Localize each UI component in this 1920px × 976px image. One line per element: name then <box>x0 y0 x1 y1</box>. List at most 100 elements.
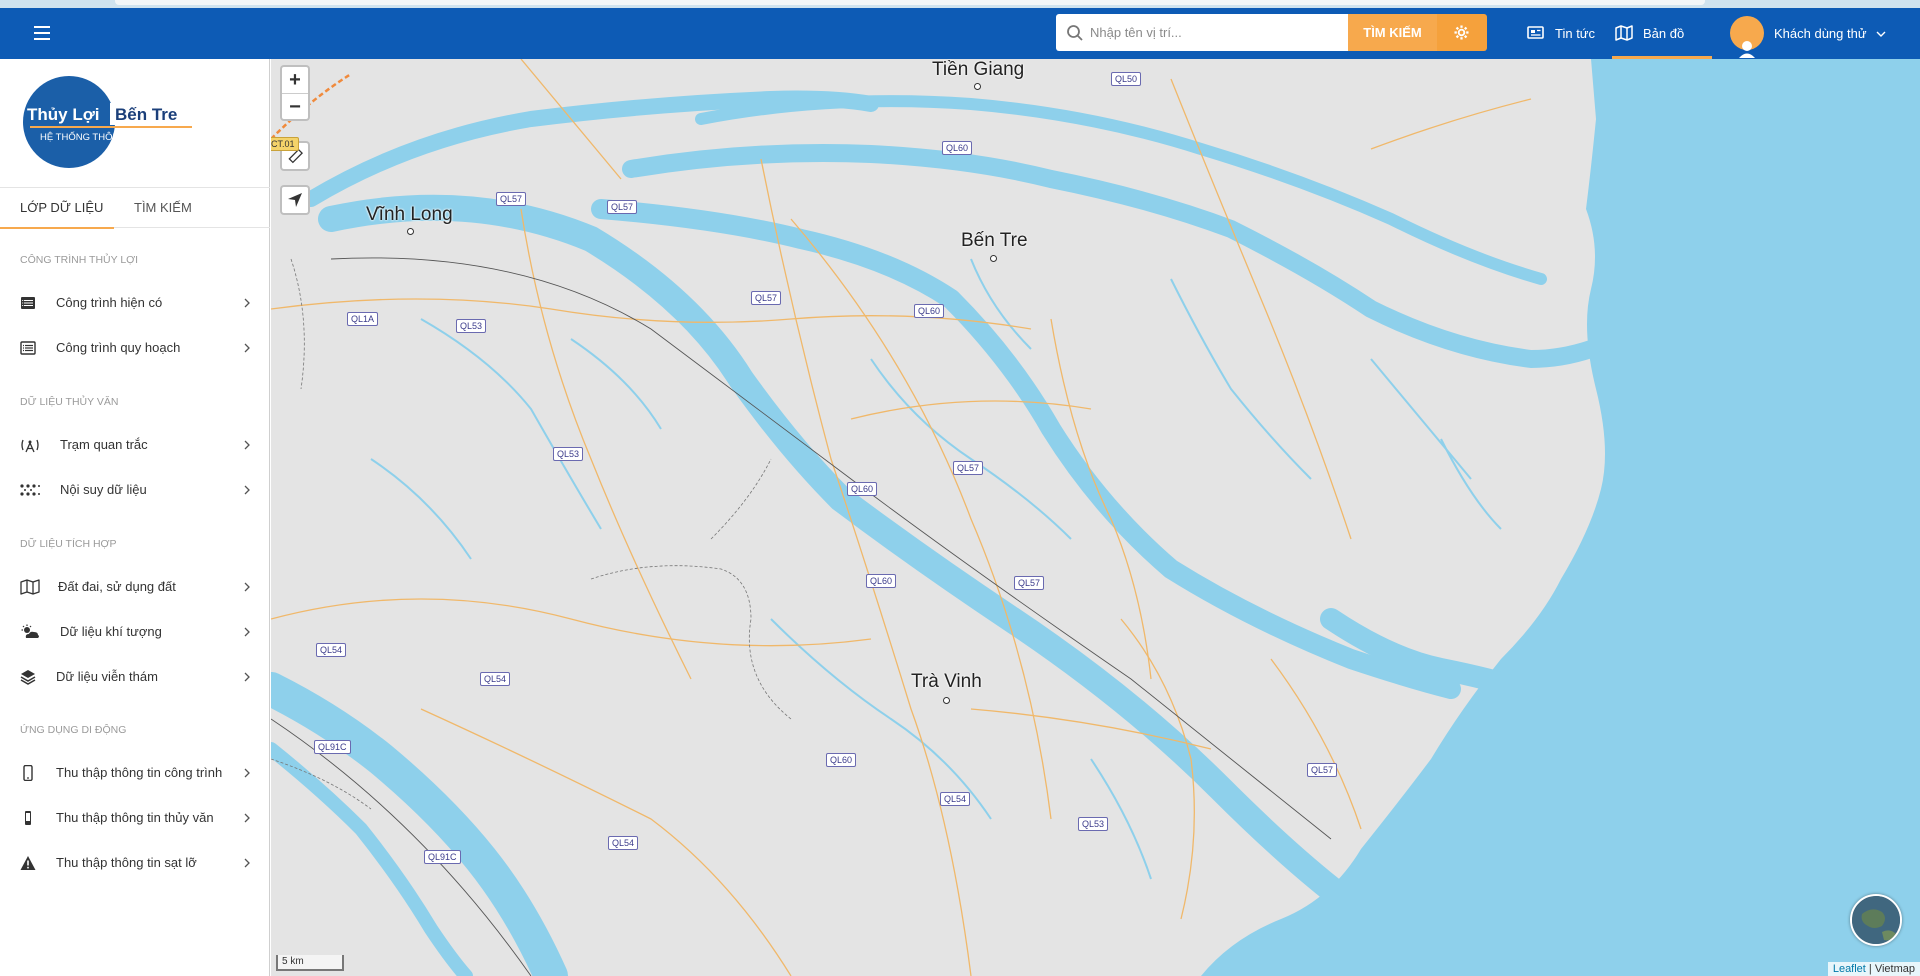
chevron-right-icon <box>244 768 250 778</box>
nav-map-label: Bản đồ <box>1643 26 1685 41</box>
chevron-right-icon <box>244 672 250 682</box>
road <box>1270 658 1362 830</box>
road <box>1370 98 1532 150</box>
section-title-mobile: ỨNG DỤNG DI ĐỘNG <box>20 724 127 736</box>
sidebar-item-remote-sensing[interactable]: Dữ liệu viễn thám <box>0 657 270 697</box>
sidebar-item-collect-landslide[interactable]: Thu thập thông tin sạt lỡ <box>0 843 270 883</box>
locate-button[interactable] <box>282 187 308 213</box>
section-title-integrated: DỮ LIỆU TÍCH HỢP <box>20 538 117 550</box>
city-marker <box>407 228 414 235</box>
chevron-down-icon <box>1876 31 1886 37</box>
browser-top-strip <box>0 0 1920 8</box>
sidebar-item-monitoring-stations[interactable]: Trạm quan trắc <box>0 425 270 465</box>
stream <box>570 338 662 430</box>
sidebar-item-planned-works[interactable]: Công trình quy hoạch <box>0 328 270 368</box>
logo-graphic: Thủy Lợi Bến Tre HỆ THỐNG THÔNG TIN <box>23 76 194 168</box>
logo-title: Thủy Lợi <box>27 105 100 124</box>
road-shield: QL53 <box>456 319 487 333</box>
zoom-out-button[interactable]: − <box>282 93 308 119</box>
sidebar-item-interpolation[interactable]: Nội suy dữ liệu <box>0 470 270 510</box>
nav-news-label: Tin tức <box>1555 26 1596 41</box>
city-label-tien-giang[interactable]: Tiền Giang <box>932 59 1024 81</box>
nav-news[interactable]: Tin tức <box>1527 8 1607 59</box>
nav-map[interactable]: Bản đồ <box>1612 8 1715 59</box>
sidebar-item-label: Thu thập thông tin công trình <box>56 765 223 780</box>
road-shield: QL54 <box>480 672 511 686</box>
scale-bar: 5 km <box>276 955 344 971</box>
chevron-right-icon <box>244 582 250 592</box>
locate-control <box>280 185 310 215</box>
settings-button[interactable] <box>1437 14 1487 51</box>
city-marker <box>990 255 997 262</box>
user-name: Khách dùng thử <box>1774 26 1867 41</box>
sidebar-item-collect-hydrology[interactable]: Thu thập thông tin thủy văn <box>0 798 270 838</box>
stream <box>420 318 602 530</box>
map-icon <box>20 579 40 595</box>
chevron-right-icon <box>244 485 250 495</box>
list-detail-icon <box>20 341 36 355</box>
app-header: TÌM KIẾM Tin tức Bản đồ Khách dùng thử <box>0 8 1920 59</box>
vietmap-credit: Vietmap <box>1874 963 1915 975</box>
road-shield: QL57 <box>1307 763 1338 777</box>
road-shield: QL54 <box>316 643 347 657</box>
sidebar-item-label: Dữ liệu khí tượng <box>60 624 162 639</box>
road-shield: QL50 <box>1111 72 1142 86</box>
sidebar-item-collect-works[interactable]: Thu thập thông tin công trình <box>0 753 270 793</box>
sidebar-item-label: Công trình quy hoạch <box>56 340 181 355</box>
road-shield: QL91C <box>314 740 351 754</box>
user-menu[interactable]: Khách dùng thử <box>1730 8 1900 59</box>
sidebar-item-existing-works[interactable]: Công trình hiện có <box>0 283 270 323</box>
logo-subtitle: HỆ THỐNG THÔNG TIN <box>40 131 145 143</box>
road-shield: QL54 <box>940 792 971 806</box>
sidebar-item-label: Thu thập thông tin thủy văn <box>56 810 214 825</box>
newspaper-icon <box>1527 26 1544 39</box>
road-shield: QL57 <box>1014 576 1045 590</box>
road-shield: QL57 <box>953 461 984 475</box>
river-co-chien <box>318 194 1344 902</box>
dots-grid-icon <box>20 484 40 496</box>
sidebar-item-meteorology[interactable]: Dữ liệu khí tượng <box>0 612 270 652</box>
city-label-tra-vinh[interactable]: Trà Vinh <box>911 671 982 693</box>
road <box>271 598 872 647</box>
list-icon <box>21 297 35 309</box>
road-shield-expressway: CT.01 <box>271 137 299 151</box>
road-shield: QL53 <box>1078 817 1109 831</box>
avatar <box>1730 16 1764 58</box>
leaflet-link[interactable]: Leaflet <box>1833 963 1866 975</box>
tab-search-label: TÌM KIẾM <box>134 200 192 215</box>
city-marker <box>974 83 981 90</box>
city-label-vinh-long[interactable]: Vĩnh Long <box>366 204 453 226</box>
road-shield: QL57 <box>751 291 782 305</box>
stream <box>870 358 1072 540</box>
boundary <box>290 258 305 390</box>
road-shield: QL57 <box>496 192 527 206</box>
tab-data-layers-label: LỚP DỮ LIỆU <box>20 200 104 215</box>
tab-data-layers[interactable]: LỚP DỮ LIỆU <box>0 188 114 229</box>
basemap-switcher[interactable] <box>1850 894 1902 946</box>
layers-icon <box>20 670 36 685</box>
logo-title2: Bến Tre <box>115 105 177 124</box>
zoom-in-button[interactable]: + <box>282 67 308 93</box>
sidebar-item-land-use[interactable]: Đất đai, sử dụng đất <box>0 567 270 607</box>
chevron-right-icon <box>244 813 250 823</box>
city-label-ben-tre[interactable]: Bến Tre <box>961 230 1028 252</box>
road-shield: QL1A <box>347 312 379 326</box>
stream <box>370 458 472 560</box>
hamburger-menu-icon[interactable] <box>28 21 56 45</box>
search-button[interactable]: TÌM KIẾM <box>1348 14 1437 51</box>
sidebar-tabs: LỚP DỮ LIỆU TÌM KIẾM <box>0 187 270 229</box>
river-my-tho <box>622 144 1600 368</box>
chevron-right-icon <box>244 440 250 450</box>
sea <box>1201 59 1920 976</box>
antenna-icon <box>21 439 39 453</box>
road-shield: QL91C <box>424 850 461 864</box>
road-shield: QL60 <box>866 574 897 588</box>
sidebar-item-label: Trạm quan trắc <box>60 437 148 452</box>
boundary <box>590 565 792 720</box>
tab-search[interactable]: TÌM KIẾM <box>134 188 224 228</box>
map-canvas[interactable]: + − Tiền Giang Bến Tre Vĩnh Long Trà Vin… <box>271 59 1920 976</box>
chevron-right-icon <box>244 298 250 308</box>
road-shield: QL60 <box>847 482 878 496</box>
search-input[interactable] <box>1086 14 1344 51</box>
road-shield: QL54 <box>608 836 639 850</box>
